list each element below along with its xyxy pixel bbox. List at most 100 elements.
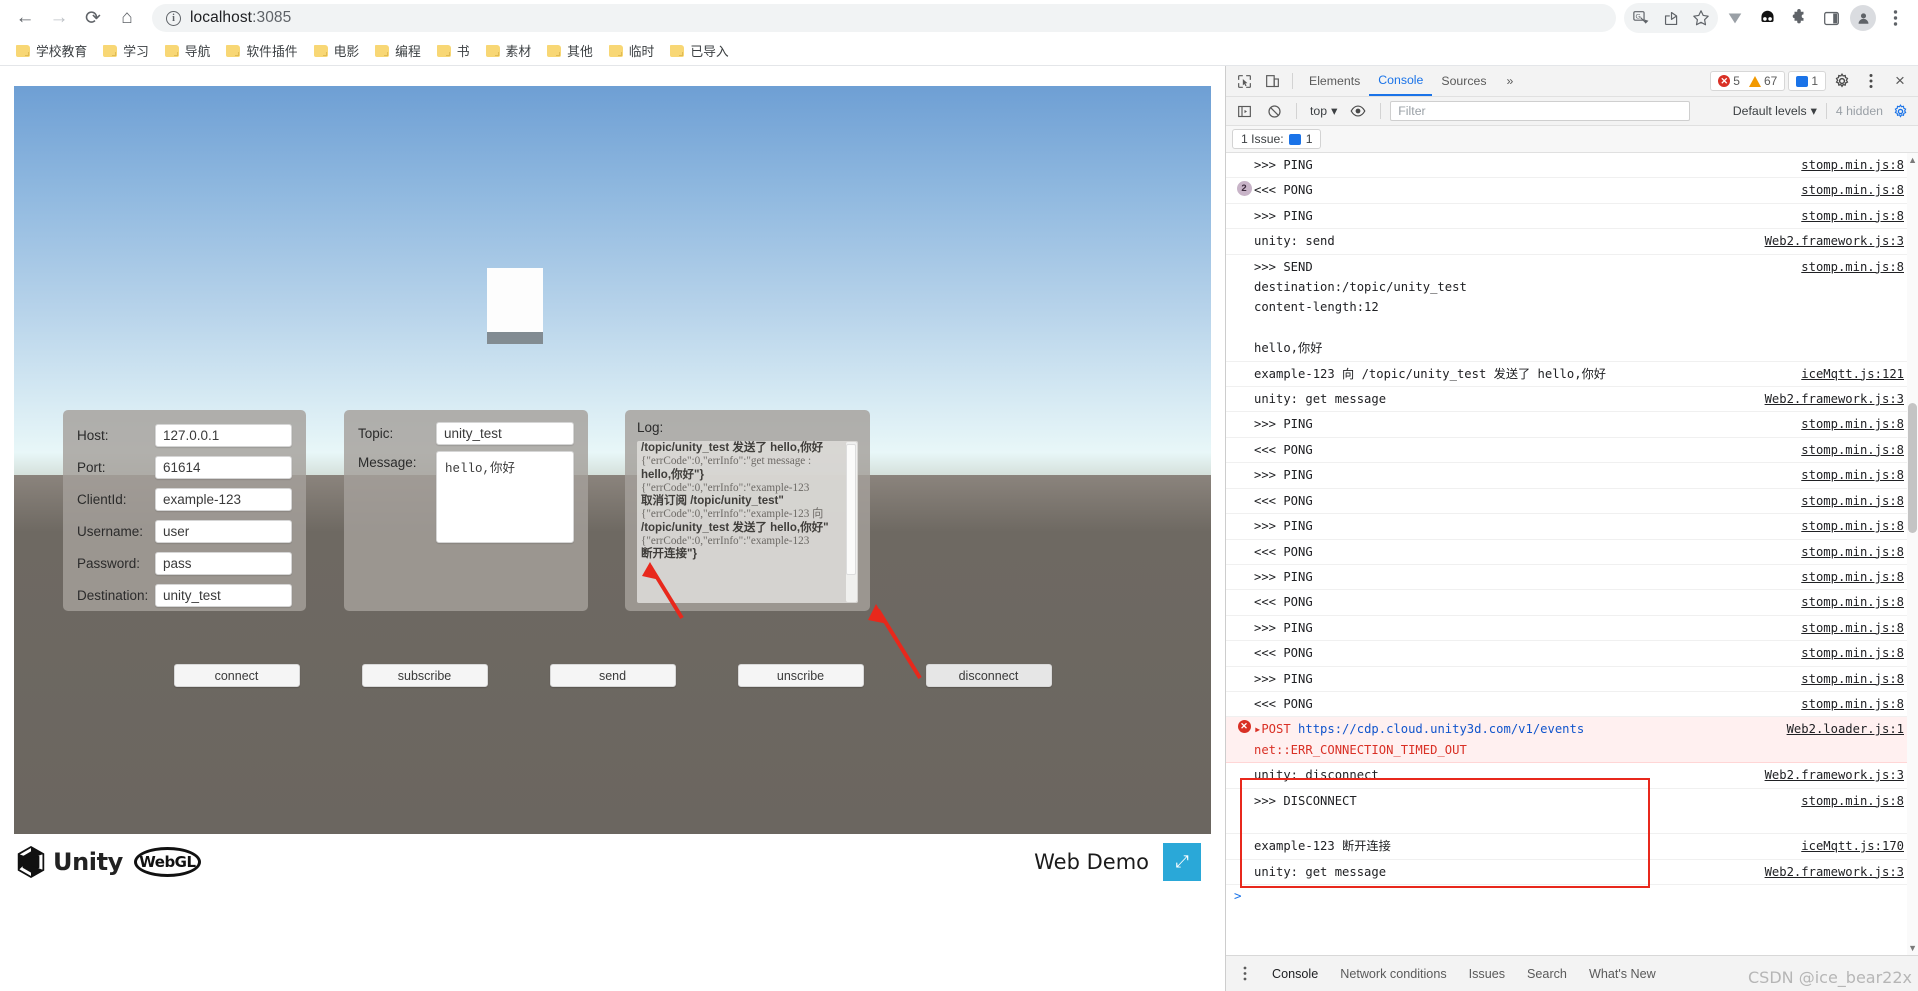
bookmark-item[interactable]: 导航 [158,38,218,63]
console-source-link[interactable]: stomp.min.js:8 [1801,414,1904,434]
log-scrollbar-thumb[interactable] [846,444,856,575]
forward-button[interactable]: → [42,1,76,35]
console-row[interactable]: >>> PINGstomp.min.js:8 [1226,514,1918,539]
console-source-link[interactable]: stomp.min.js:8 [1801,643,1904,663]
console-row[interactable]: <<< PONGstomp.min.js:8 [1226,489,1918,514]
context-selector[interactable]: top ▾ [1306,104,1341,118]
console-row[interactable]: >>> DISCONNECT stomp.min.js:8 [1226,789,1918,835]
message-counter[interactable]: 1 [1788,71,1826,91]
console-row[interactable]: unity: get messageWeb2.framework.js:3 [1226,387,1918,412]
puzzle-extension-icon[interactable] [1784,3,1814,33]
console-row[interactable]: >>> PINGstomp.min.js:8 [1226,667,1918,692]
filter-input[interactable]: Filter [1390,101,1690,121]
close-devtools-icon[interactable]: × [1887,69,1913,93]
bookmark-item[interactable]: 已导入 [663,38,735,63]
back-button[interactable]: ← [8,1,42,35]
disconnect-button[interactable]: disconnect [926,664,1052,687]
field-input[interactable]: pass [155,552,292,575]
sidepanel-icon[interactable] [1816,3,1846,33]
console-source-link[interactable]: stomp.min.js:8 [1801,206,1904,226]
console-source-link[interactable]: Web2.framework.js:3 [1765,765,1904,785]
console-source-link[interactable]: Web2.loader.js:1 [1787,719,1904,739]
console-row[interactable]: >>> PINGstomp.min.js:8 [1226,412,1918,437]
chrome-menu-icon[interactable] [1880,3,1910,33]
console-source-link[interactable]: stomp.min.js:8 [1801,669,1904,689]
drawer-tab-search[interactable]: Search [1516,957,1578,991]
console-source-link[interactable]: iceMqtt.js:170 [1801,836,1904,856]
console-source-link[interactable]: stomp.min.js:8 [1801,592,1904,612]
console-source-link[interactable]: stomp.min.js:8 [1801,465,1904,485]
console-source-link[interactable]: stomp.min.js:8 [1801,491,1904,511]
unity-webgl-canvas[interactable]: Host:127.0.0.1Port:61614ClientId:example… [14,86,1211,834]
drawer-tab-what-s-new[interactable]: What's New [1578,957,1667,991]
error-counter[interactable]: ✕ 5 [1718,74,1740,88]
console-source-link[interactable]: stomp.min.js:8 [1801,155,1904,175]
console-row[interactable]: <<< PONGstomp.min.js:8 [1226,692,1918,717]
bookmark-item[interactable]: 其他 [540,38,600,63]
console-row[interactable]: >>> SEND destination:/topic/unity_test c… [1226,255,1918,362]
address-bar[interactable]: i localhost:3085 [152,4,1616,32]
gear-icon[interactable] [1829,69,1855,93]
console-source-link[interactable]: stomp.min.js:8 [1801,542,1904,562]
log-levels-selector[interactable]: Default levels ▾ [1733,104,1817,118]
clear-console-icon[interactable] [1261,99,1287,123]
console-source-link[interactable]: Web2.framework.js:3 [1765,389,1904,409]
issue-counters[interactable]: ✕ 5 67 [1710,71,1785,91]
tab-console[interactable]: Console [1369,66,1432,96]
console-row[interactable]: 2<<< PONGstomp.min.js:8 [1226,178,1918,203]
share-icon[interactable] [1656,3,1686,33]
console-row[interactable]: unity: sendWeb2.framework.js:3 [1226,229,1918,254]
console-row[interactable]: >>> PINGstomp.min.js:8 [1226,565,1918,590]
drawer-tab-console[interactable]: Console [1261,957,1329,991]
field-input[interactable]: 61614 [155,456,292,479]
console-sidebar-icon[interactable] [1231,99,1257,123]
console-source-link[interactable]: stomp.min.js:8 [1801,257,1904,277]
bookmark-item[interactable]: 电影 [307,38,367,63]
translate-icon[interactable]: G [1626,3,1656,33]
log-scrollbar-track[interactable] [846,442,857,602]
console-source-link[interactable]: stomp.min.js:8 [1801,618,1904,638]
site-info-icon[interactable]: i [166,11,181,26]
bookmark-item[interactable]: 临时 [602,38,662,63]
bookmark-star-icon[interactable] [1686,3,1716,33]
bookmark-item[interactable]: 学习 [96,38,156,63]
console-row[interactable]: >>> PINGstomp.min.js:8 [1226,616,1918,641]
unscribe-button[interactable]: unscribe [738,664,864,687]
subscribe-button[interactable]: subscribe [362,664,488,687]
console-output[interactable]: >>> PINGstomp.min.js:82<<< PONGstomp.min… [1226,153,1918,955]
expand-triangle-icon[interactable]: ▸ [1254,722,1261,736]
fullscreen-button[interactable]: ⤢ [1163,843,1201,881]
scroll-down-arrow-icon[interactable]: ▼ [1908,943,1917,953]
tab-elements[interactable]: Elements [1300,66,1369,96]
tab-sources[interactable]: Sources [1432,66,1495,96]
warning-counter[interactable]: 67 [1749,74,1777,88]
log-output[interactable]: /topic/unity_test 发送了 hello,你好{"errCode"… [637,441,858,603]
console-prompt[interactable]: > [1226,885,1918,906]
console-settings-icon[interactable] [1887,99,1913,123]
profile-avatar[interactable] [1848,3,1878,33]
scroll-up-arrow-icon[interactable]: ▲ [1908,155,1917,165]
field-input[interactable]: unity_test [155,584,292,607]
message-textarea[interactable]: hello,你好 [436,451,574,543]
console-source-link[interactable]: iceMqtt.js:121 [1801,364,1904,384]
drawer-tab-issues[interactable]: Issues [1458,957,1516,991]
topic-input[interactable]: unity_test [436,422,574,445]
console-row[interactable]: example-123 断开连接iceMqtt.js:170 [1226,834,1918,859]
console-source-link[interactable]: Web2.framework.js:3 [1765,231,1904,251]
console-row[interactable]: <<< PONGstomp.min.js:8 [1226,540,1918,565]
console-source-link[interactable]: stomp.min.js:8 [1801,791,1904,811]
home-button[interactable]: ⌂ [110,1,144,35]
console-row[interactable]: >>> PINGstomp.min.js:8 [1226,204,1918,229]
console-row[interactable]: unity: disconnectWeb2.framework.js:3 [1226,763,1918,788]
drawer-tab-network-conditions[interactable]: Network conditions [1329,957,1457,991]
console-source-link[interactable]: stomp.min.js:8 [1801,440,1904,460]
console-scrollbar-thumb[interactable] [1908,403,1917,533]
field-input[interactable]: example-123 [155,488,292,511]
error-url-link[interactable]: https://cdp.cloud.unity3d.com/v1/events [1298,722,1584,736]
console-row[interactable]: >>> PINGstomp.min.js:8 [1226,153,1918,178]
more-vertical-icon[interactable] [1858,69,1884,93]
console-row[interactable]: <<< PONGstomp.min.js:8 [1226,438,1918,463]
connect-button[interactable]: connect [174,664,300,687]
issues-chip[interactable]: 1 Issue: 1 [1232,129,1321,149]
console-row[interactable]: <<< PONGstomp.min.js:8 [1226,641,1918,666]
